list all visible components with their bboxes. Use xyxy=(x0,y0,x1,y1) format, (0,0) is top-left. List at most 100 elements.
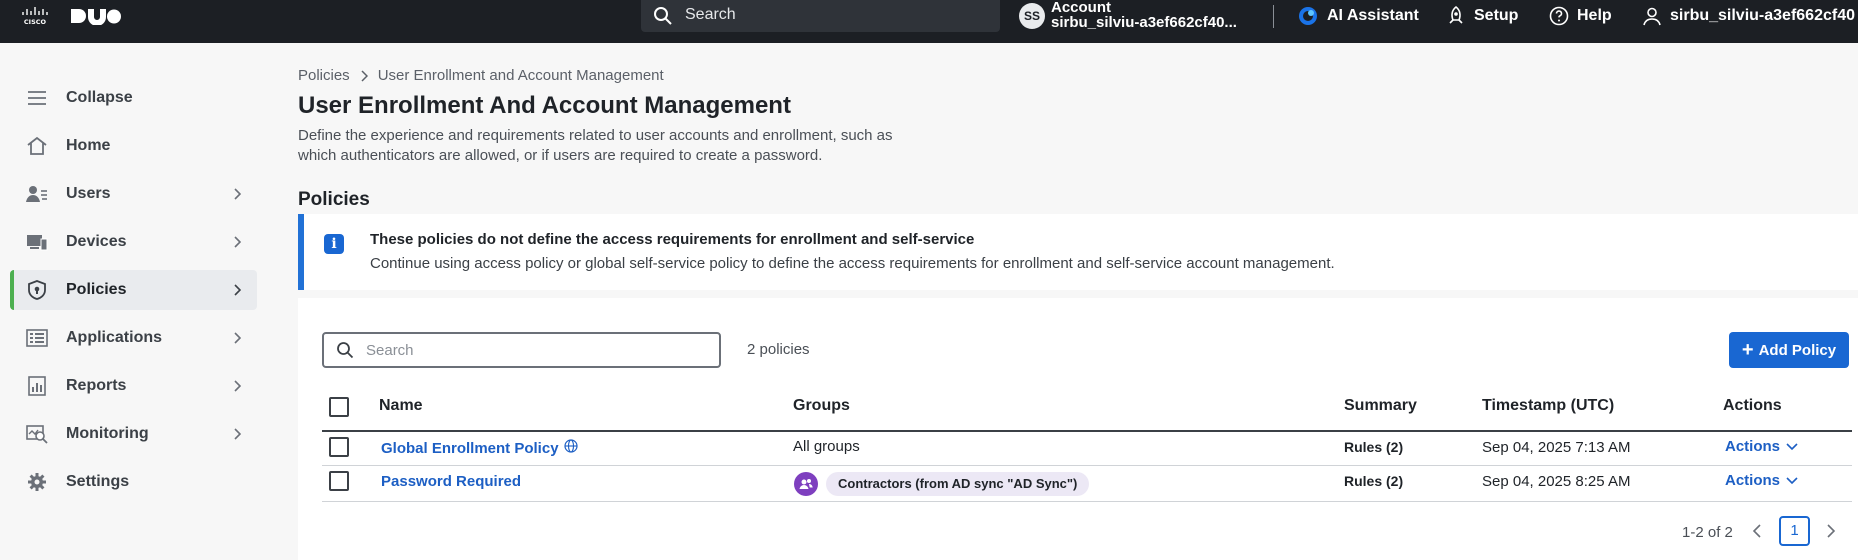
shield-icon xyxy=(28,280,46,300)
policy-timestamp: Sep 04, 2025 8:25 AM xyxy=(1482,473,1631,490)
row-divider xyxy=(322,465,1852,466)
policy-summary: Rules (2) xyxy=(1344,473,1404,489)
chevron-left-icon[interactable] xyxy=(1752,524,1762,538)
sidebar-item-settings[interactable]: Settings xyxy=(10,462,257,502)
column-header-actions: Actions xyxy=(1723,397,1782,414)
user-menu[interactable]: sirbu_silviu-a3ef662cf40 xyxy=(1642,5,1855,27)
applications-icon xyxy=(26,329,48,347)
sidebar-item-policies[interactable]: Policies xyxy=(10,270,257,310)
sidebar-item-home[interactable]: Home xyxy=(10,126,257,166)
account-avatar: SS xyxy=(1019,3,1045,29)
sidebar-item-label: Monitoring xyxy=(66,425,149,442)
user-name: sirbu_silviu-a3ef662cf40 xyxy=(1670,7,1855,24)
row-checkbox[interactable] xyxy=(329,471,349,491)
cisco-logo[interactable]: CISCO xyxy=(20,6,54,26)
sidebar-item-label: Devices xyxy=(66,233,127,250)
breadcrumb-root-link[interactable]: Policies xyxy=(298,67,350,84)
global-search[interactable]: Search xyxy=(641,0,1000,32)
sidebar-item-users[interactable]: Users xyxy=(10,174,257,214)
sidebar-item-label: Users xyxy=(66,185,111,202)
globe-icon xyxy=(564,439,578,453)
info-banner-title: These policies do not define the access … xyxy=(370,231,975,248)
info-banner: i These policies do not define the acces… xyxy=(298,214,1858,290)
help-icon xyxy=(1549,6,1569,26)
account-name: sirbu_silviu-a3ef662cf40... xyxy=(1051,14,1237,31)
policy-search-placeholder: Search xyxy=(366,342,414,359)
monitoring-icon xyxy=(26,425,48,444)
actions-dropdown[interactable]: Actions xyxy=(1725,438,1798,455)
ai-assistant-label: AI Assistant xyxy=(1327,7,1419,24)
policy-groups: All groups xyxy=(793,438,860,455)
help-label: Help xyxy=(1577,7,1612,24)
column-header-name[interactable]: Name xyxy=(379,397,423,415)
page-description: Define the experience and requirements r… xyxy=(298,127,893,164)
sidebar-item-label: Policies xyxy=(66,281,127,298)
policy-search-input[interactable]: Search xyxy=(322,332,721,368)
policies-card: Search 2 policies + Add Policy Name Grou… xyxy=(298,298,1858,560)
search-icon xyxy=(654,7,672,25)
page-title: User Enrollment And Account Management xyxy=(298,92,791,119)
row-divider xyxy=(322,501,1852,502)
sidebar-item-label: Home xyxy=(66,137,111,154)
sidebar-item-devices[interactable]: Devices xyxy=(10,222,257,262)
sidebar-item-label: Applications xyxy=(66,329,163,346)
search-icon xyxy=(337,342,354,359)
topbar-divider xyxy=(1273,5,1274,28)
sidebar-item-reports[interactable]: Reports xyxy=(10,366,257,406)
setup-label: Setup xyxy=(1474,7,1519,24)
add-policy-button[interactable]: + Add Policy xyxy=(1729,332,1849,368)
column-header-groups[interactable]: Groups xyxy=(793,397,850,415)
policy-summary: Rules (2) xyxy=(1344,439,1404,455)
sidebar-item-applications[interactable]: Applications xyxy=(10,318,257,358)
chevron-right-icon xyxy=(361,69,368,82)
sidebar: Collapse Home Users Devices Policies App… xyxy=(0,43,270,560)
column-header-timestamp[interactable]: Timestamp (UTC) xyxy=(1482,397,1614,415)
chevron-down-icon xyxy=(1786,442,1798,450)
breadcrumb-current: User Enrollment and Account Management xyxy=(377,67,664,84)
group-avatar xyxy=(794,472,818,496)
rocket-icon xyxy=(1449,6,1463,24)
global-search-label: Search xyxy=(685,6,736,23)
select-all-checkbox[interactable] xyxy=(329,397,349,417)
row-checkbox[interactable] xyxy=(329,437,349,457)
home-icon xyxy=(27,136,47,155)
svg-text:CISCO: CISCO xyxy=(24,18,47,26)
actions-label: Actions xyxy=(1725,438,1781,455)
sidebar-item-label: Collapse xyxy=(66,89,133,106)
duo-logo[interactable] xyxy=(69,8,121,25)
gear-icon xyxy=(28,473,46,491)
group-icon xyxy=(799,479,813,489)
add-policy-label: Add Policy xyxy=(1758,341,1837,359)
sidebar-item-monitoring[interactable]: Monitoring xyxy=(10,414,257,454)
help-button[interactable]: Help xyxy=(1549,5,1612,27)
reports-icon xyxy=(28,376,46,396)
chevron-right-icon xyxy=(234,284,241,296)
policy-name-link[interactable]: Password Required xyxy=(381,473,521,490)
policy-count: 2 policies xyxy=(747,341,810,358)
chevron-right-icon xyxy=(234,236,241,248)
policy-timestamp: Sep 04, 2025 7:13 AM xyxy=(1482,439,1631,456)
user-icon xyxy=(1643,7,1661,26)
policy-name-link[interactable]: Global Enrollment Policy xyxy=(381,440,559,457)
sidebar-item-collapse[interactable]: Collapse xyxy=(10,78,257,118)
actions-dropdown[interactable]: Actions xyxy=(1725,472,1798,489)
chevron-right-icon xyxy=(234,428,241,440)
menu-icon xyxy=(28,91,46,105)
chevron-right-icon[interactable] xyxy=(1826,524,1836,538)
actions-label: Actions xyxy=(1725,472,1781,489)
section-title: Policies xyxy=(298,189,370,210)
chevron-right-icon xyxy=(234,332,241,344)
ai-assistant-button[interactable]: AI Assistant xyxy=(1297,5,1419,27)
breadcrumb: Policies User Enrollment and Account Man… xyxy=(298,67,664,84)
top-bar: CISCO Search SS Account sirbu_silviu-a3e… xyxy=(0,0,1858,43)
column-header-summary[interactable]: Summary xyxy=(1344,397,1417,415)
plus-icon: + xyxy=(1741,339,1754,361)
setup-button[interactable]: Setup xyxy=(1446,5,1518,27)
sidebar-item-label: Reports xyxy=(66,377,127,394)
sidebar-item-label: Settings xyxy=(66,473,130,490)
chevron-right-icon xyxy=(234,380,241,392)
pagination-page-button[interactable]: 1 xyxy=(1779,516,1810,546)
devices-icon xyxy=(27,235,48,251)
group-pill[interactable]: Contractors (from AD sync "AD Sync") xyxy=(826,472,1090,496)
chevron-down-icon xyxy=(1786,476,1798,484)
